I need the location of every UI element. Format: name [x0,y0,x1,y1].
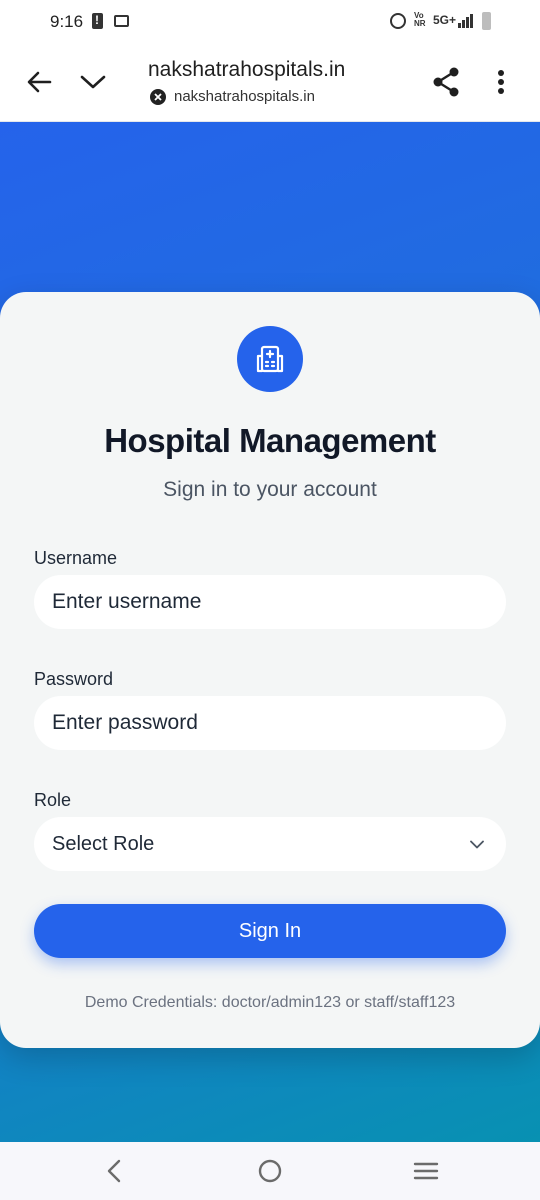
status-bar: 9:16 VoNR 5G+ [0,0,540,44]
network-type: 5G+ [433,13,457,27]
role-select[interactable]: Select Role [34,817,506,871]
back-button[interactable] [22,64,56,100]
signal-icon [458,14,474,28]
share-button[interactable] [428,64,464,100]
more-menu-button[interactable] [486,64,516,100]
nav-back-icon [107,1159,121,1183]
login-title: Hospital Management [104,422,436,459]
username-label: Username [34,548,118,568]
nav-recents-icon [413,1162,439,1180]
url-bar[interactable]: nakshatrahospitals.in [150,88,315,105]
nav-recents-button[interactable] [410,1156,442,1186]
username-input[interactable] [34,575,506,629]
chevron-down-icon [80,75,106,89]
role-selected-value: Select Role [52,832,155,855]
close-circle-icon [150,88,166,105]
back-arrow-icon [27,71,52,93]
tabs-dropdown-button[interactable] [76,64,110,100]
share-icon [433,67,459,97]
demo-credentials: Demo Credentials: doctor/admin123 or sta… [84,994,456,1011]
password-input[interactable] [34,696,506,750]
hospital-building-icon [256,345,284,373]
page-background: Hospital Management Sign in to your acco… [0,122,540,1142]
sign-in-button[interactable]: Sign In [34,904,506,958]
password-label: Password [34,669,114,689]
screen-cast-icon [114,15,129,27]
nav-back-button[interactable] [98,1156,130,1186]
browser-toolbar: nakshatrahospitals.in nakshatrahospitals… [0,44,540,122]
page-title[interactable]: nakshatrahospitals.in [148,58,345,82]
hospital-logo [237,326,303,392]
login-subtitle: Sign in to your account [163,478,377,501]
volte-bottom: NR [414,19,426,28]
alarm-icon [390,13,406,29]
chevron-down-icon [470,840,484,848]
login-card: Hospital Management Sign in to your acco… [0,292,540,1048]
url-text: nakshatrahospitals.in [174,88,315,105]
nav-home-icon [258,1159,282,1183]
volte-indicator: Vo NR [414,12,426,28]
status-time: 9:16 [50,12,84,31]
role-label: Role [34,790,72,810]
system-nav-bar [0,1142,540,1200]
alert-icon [92,13,103,29]
nav-home-button[interactable] [254,1156,286,1186]
battery-icon [482,12,491,30]
more-vert-icon [498,70,504,94]
